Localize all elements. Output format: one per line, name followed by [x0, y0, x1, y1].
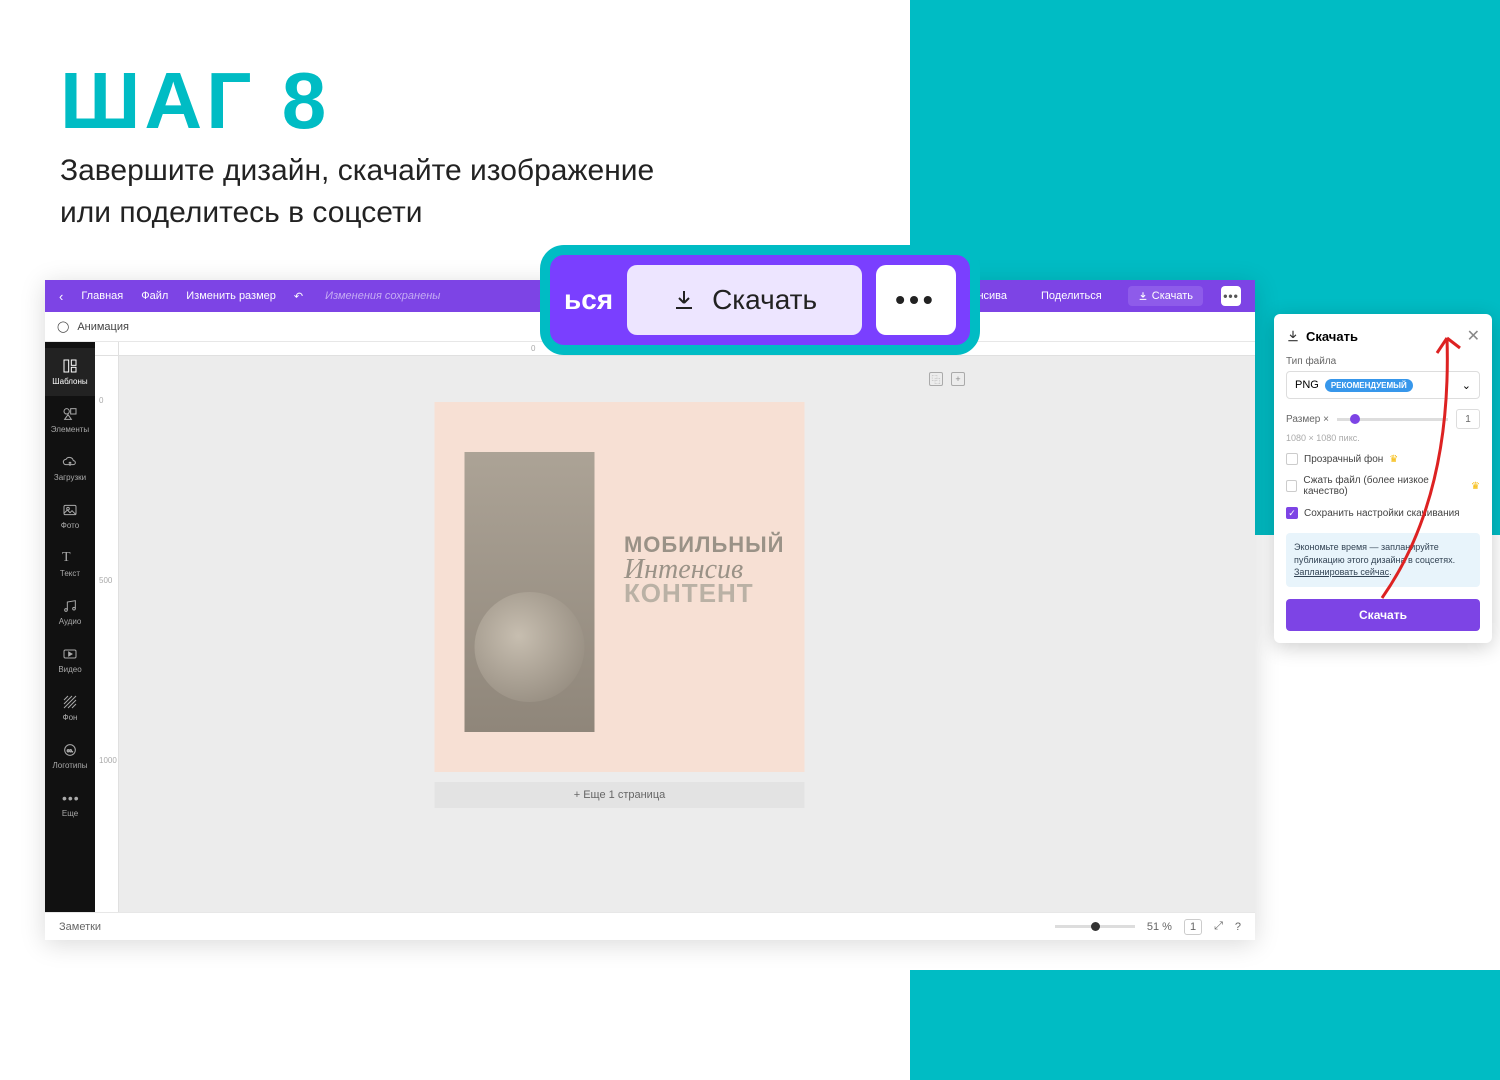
sidebar-item-text[interactable]: T Текст [45, 540, 95, 588]
more-button[interactable]: ••• [1221, 286, 1241, 306]
save-settings-checkbox[interactable]: ✓ Сохранить настройки скачивания [1286, 507, 1480, 519]
size-slider[interactable] [1337, 418, 1448, 421]
file-menu[interactable]: Файл [141, 290, 168, 302]
sidebar-item-logos[interactable]: co. Логотипы [45, 732, 95, 780]
recommended-badge: РЕКОМЕНДУЕМЫЙ [1325, 379, 1413, 392]
design-line-3: КОНТЕНТ [624, 578, 785, 609]
notes-button[interactable]: Заметки [59, 921, 101, 933]
file-type-label: Тип файла [1286, 356, 1480, 367]
editor-body: Шаблоны Элементы Загрузки Фото T Текст А… [45, 342, 1255, 912]
svg-text:co.: co. [67, 748, 73, 753]
add-page-icon[interactable]: + [951, 372, 965, 386]
file-type-select[interactable]: PNG РЕКОМЕНДУЕМЫЙ ⌄ [1286, 371, 1480, 399]
share-button[interactable]: Поделиться [1033, 286, 1110, 306]
ruler-vertical: 0 500 1000 [95, 356, 119, 912]
ruler-corner [95, 342, 119, 356]
video-icon [62, 646, 78, 662]
download-button[interactable]: Скачать [1128, 286, 1203, 306]
sidebar-item-video[interactable]: Видео [45, 636, 95, 684]
size-label: Размер × [1286, 414, 1329, 425]
audio-icon [62, 598, 78, 614]
templates-icon [62, 358, 78, 374]
transparent-checkbox[interactable]: Прозрачный фон ♛ [1286, 453, 1480, 465]
text-icon: T [62, 550, 78, 566]
download-icon [672, 288, 696, 312]
status-bar: Заметки 51 % 1 ⤢ ? [45, 912, 1255, 940]
design-canvas[interactable]: МОБИЛЬНЫЙ Интенсив КОНТЕНТ [435, 402, 805, 772]
sidebar-item-photo[interactable]: Фото [45, 492, 95, 540]
hatch-icon [62, 694, 78, 710]
crown-icon: ♛ [1389, 454, 1398, 465]
download-callout: ься Скачать ••• [540, 245, 980, 355]
logo-icon: co. [62, 742, 78, 758]
duplicate-page-icon[interactable]: ⿻ [929, 372, 943, 386]
elements-icon [62, 406, 78, 422]
chevron-down-icon: ⌄ [1462, 379, 1471, 392]
canvas-area[interactable]: 0 500 0 500 1000 ⿻ + МОБИЛЬНЫЙ Интенсив [95, 342, 1255, 912]
sidebar-item-more[interactable]: ••• Еще [45, 780, 95, 828]
add-page-bar[interactable]: + Еще 1 страница [435, 782, 805, 808]
sidebar-item-audio[interactable]: Аудио [45, 588, 95, 636]
close-icon[interactable]: ✕ [1467, 326, 1480, 346]
callout-more-button[interactable]: ••• [876, 265, 956, 335]
fullscreen-icon[interactable]: ⤢ [1214, 920, 1223, 933]
photo-icon [62, 502, 78, 518]
sidebar-item-uploads[interactable]: Загрузки [45, 444, 95, 492]
editor-window: ‹ Главная Файл Изменить размер ↶ Изменен… [45, 280, 1255, 940]
save-status: Изменения сохранены [325, 290, 440, 302]
design-photo [465, 452, 595, 732]
compress-checkbox[interactable]: Сжать файл (более низкое качество) ♛ [1286, 475, 1480, 497]
design-mirror-circle [475, 592, 585, 702]
callout-share-fragment: ься [564, 284, 613, 316]
anim-label[interactable]: Анимация [77, 321, 129, 333]
teal-decor-bottom [910, 970, 1500, 1080]
download-confirm-button[interactable]: Скачать [1286, 599, 1480, 631]
step-subtitle: Завершите дизайн, скачайте изображение и… [60, 150, 654, 234]
callout-download-button[interactable]: Скачать [627, 265, 862, 335]
subtitle-line-1: Завершите дизайн, скачайте изображение [60, 150, 654, 192]
back-button[interactable]: ‹ [59, 289, 63, 304]
dimensions-text: 1080 × 1080 пикс. [1286, 433, 1480, 443]
step-title: ШАГ 8 [60, 55, 330, 147]
resize-menu[interactable]: Изменить размер [186, 290, 276, 302]
zoom-value: 51 % [1147, 921, 1172, 933]
help-icon[interactable]: ? [1235, 921, 1241, 933]
subtitle-line-2: или поделитесь в соцсети [60, 192, 654, 234]
home-link[interactable]: Главная [81, 290, 123, 302]
schedule-info: Экономьте время — запланируйте публикаци… [1286, 533, 1480, 587]
sidebar-item-background[interactable]: Фон [45, 684, 95, 732]
download-panel: Скачать ✕ Тип файла PNG РЕКОМЕНДУЕМЫЙ ⌄ … [1274, 314, 1492, 643]
page-action-icons: ⿻ + [929, 372, 965, 386]
callout-download-label: Скачать [712, 284, 817, 316]
sidebar-item-elements[interactable]: Элементы [45, 396, 95, 444]
schedule-link[interactable]: Запланировать сейчас [1294, 567, 1389, 577]
design-text-block: МОБИЛЬНЫЙ Интенсив КОНТЕНТ [624, 532, 785, 609]
download-icon [1286, 329, 1300, 343]
crown-icon: ♛ [1471, 481, 1480, 492]
zoom-slider[interactable] [1055, 925, 1135, 928]
anim-icon: ◯ [57, 320, 69, 333]
undo-button[interactable]: ↶ [294, 290, 303, 303]
cloud-icon [62, 454, 78, 470]
size-value[interactable]: 1 [1456, 409, 1480, 429]
more-icon: ••• [62, 790, 78, 806]
download-icon [1138, 291, 1148, 301]
panel-title: Скачать [1306, 329, 1358, 344]
page-count[interactable]: 1 [1184, 919, 1202, 935]
left-sidebar: Шаблоны Элементы Загрузки Фото T Текст А… [45, 342, 95, 912]
sidebar-item-templates[interactable]: Шаблоны [45, 348, 95, 396]
